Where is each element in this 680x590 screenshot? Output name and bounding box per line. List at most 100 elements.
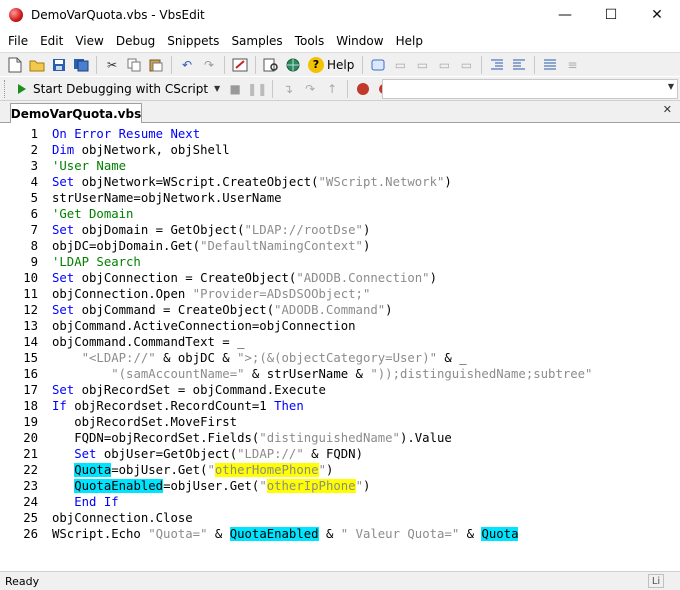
code-keyword: Set [52,383,75,397]
code-content: objDC=objDomain.Get("DefaultNamingContex… [52,238,370,254]
code-text: ) [362,239,371,253]
code-line[interactable]: 17 Set objRecordSet = objCommand.Execute [0,382,680,398]
code-text: & [318,527,341,541]
code-string: " [355,479,363,493]
step-out-icon[interactable]: ↑ [323,80,341,98]
code-line[interactable]: 3 'User Name [0,158,680,174]
code-keyword: Set [52,271,75,285]
code-line[interactable]: 4 Set objNetwork=WScript.CreateObject("WS… [0,174,680,190]
code-text: objCommand.ActiveConnection=objConnectio… [52,319,356,333]
code-line[interactable]: 7 Set objDomain = GetObject("LDAP://rootD… [0,222,680,238]
line-number: 26 [23,527,38,541]
line-number: 5 [30,191,38,205]
format-list-icon[interactable] [541,56,559,74]
code-line[interactable]: 5 strUserName=objNetwork.UserName [0,190,680,206]
status-text: Ready [5,574,40,588]
code-line[interactable]: 16 "(samAccountName=" & strUserName & ")… [0,366,680,382]
copy-icon[interactable] [125,56,143,74]
globe-icon[interactable] [284,56,302,74]
comment-next-icon[interactable]: ▭ [413,56,431,74]
paste-icon[interactable] [147,56,165,74]
code-line[interactable]: 25 objConnection.Close [0,510,680,526]
close-button[interactable]: ✕ [634,0,680,30]
indent-icon[interactable] [488,56,506,74]
code-line[interactable]: 13 objCommand.ActiveConnection=objConnect… [0,318,680,334]
code-line[interactable]: 8 objDC=objDomain.Get("DefaultNamingConte… [0,238,680,254]
stop-icon[interactable]: ■ [226,80,244,98]
code-line[interactable]: 20 FQDN=objRecordSet.Fields("distinguish… [0,430,680,446]
code-line[interactable]: 22 Quota=objUser.Get("otherHomePhone") [0,462,680,478]
toggle-breakpoint-icon[interactable] [354,80,372,98]
line-number: 6 [30,207,38,221]
code-keyword: Resume [118,127,164,141]
chevron-down-icon[interactable]: ▼ [214,84,220,93]
redo-icon[interactable]: ↷ [200,56,218,74]
code-line[interactable]: 1 On Error Resume Next [0,126,680,142]
menu-window[interactable]: Window [330,30,389,52]
debug-target-dropdown[interactable]: ▼ [382,79,678,99]
menu-debug[interactable]: Debug [110,30,161,52]
menu-snippets[interactable]: Snippets [161,30,225,52]
menu-file[interactable]: File [2,30,34,52]
code-string: "Quota=" [148,527,208,541]
cut-icon[interactable]: ✂ [103,56,121,74]
code-text: objRecordset.RecordCount=1 [66,399,275,413]
step-into-icon[interactable]: ↴ [279,80,297,98]
code-content: WScript.Echo "Quota=" & QuotaEnabled & "… [52,526,519,542]
tab-demovarquota[interactable]: DemoVarQuota.vbs [10,103,142,124]
code-string: "DefaultNamingContext" [200,239,363,253]
comment-icon[interactable]: ▭ [391,56,409,74]
minimize-button[interactable]: — [542,0,588,30]
code-editor[interactable]: 1 On Error Resume Next 2 Dim objNetwork, ob… [0,123,680,571]
uncomment-icon[interactable]: ≡ [563,56,581,74]
rectangle-icon[interactable] [369,56,387,74]
help-button[interactable]: ? Help [308,56,354,73]
line-number: 21 [23,447,38,461]
object-browser-icon[interactable] [262,56,280,74]
code-line[interactable]: 19 objRecordSet.MoveFirst [0,414,680,430]
code-line[interactable]: 6 'Get Domain [0,206,680,222]
close-tab-icon[interactable]: ✕ [663,103,672,116]
menu-view[interactable]: View [69,30,109,52]
comment-prev-icon[interactable]: ▭ [435,56,453,74]
code-line[interactable]: 21 Set objUser=GetObject("LDAP://" & FQD… [0,446,680,462]
menu-help[interactable]: Help [390,30,429,52]
maximize-button[interactable]: ☐ [588,0,634,30]
main-toolbar: ✂ ↶ ↷ ? Help ▭ ▭ ▭ ▭ ≡ [0,52,680,76]
code-content: On Error Resume Next [52,126,200,142]
start-debugging-button[interactable]: Start Debugging with CScript ▼ [14,82,224,96]
code-line[interactable]: 14 objCommand.CommandText = _ [0,334,680,350]
script-editor-icon[interactable] [231,56,249,74]
line-number: 24 [23,495,38,509]
open-folder-icon[interactable] [28,56,46,74]
save-icon[interactable] [50,56,68,74]
code-content: 'User Name [52,158,126,174]
toolbar-separator [481,55,483,74]
code-line[interactable]: 2 Dim objNetwork, objShell [0,142,680,158]
code-line[interactable]: 26 WScript.Echo "Quota=" & QuotaEnabled &… [0,526,680,542]
save-all-icon[interactable] [72,56,90,74]
tab-label: DemoVarQuota.vbs [10,107,142,121]
menu-edit[interactable]: Edit [34,30,69,52]
code-line[interactable]: 9 'LDAP Search [0,254,680,270]
toolbar-separator [96,55,97,74]
code-line[interactable]: 15 "<LDAP://" & objDC & ">;(&(objectCate… [0,350,680,366]
code-line[interactable]: 24 End If [0,494,680,510]
code-text: ) [429,271,437,285]
code-line[interactable]: 11 objConnection.Open "Provider=ADsDSOObj… [0,286,680,302]
code-line[interactable]: 12 Set objCommand = CreateObject("ADODB.C… [0,302,680,318]
menu-tools[interactable]: Tools [289,30,331,52]
code-line[interactable]: 23 QuotaEnabled=objUser.Get("otherIpPhon… [0,478,680,494]
menu-samples[interactable]: Samples [225,30,288,52]
code-keyword: Set [52,175,75,189]
undo-icon[interactable]: ↶ [178,56,196,74]
outdent-icon[interactable] [510,56,528,74]
code-highlight-cyan: QuotaEnabled [74,479,164,493]
code-line[interactable]: 18 If objRecordset.RecordCount=1 Then [0,398,680,414]
new-file-icon[interactable] [6,56,24,74]
pause-icon[interactable]: ❚❚ [247,80,267,98]
step-over-icon[interactable]: ↷ [301,80,319,98]
code-line[interactable]: 10 Set objConnection = CreateObject("ADOD… [0,270,680,286]
bookmark-icon[interactable]: ▭ [457,56,475,74]
